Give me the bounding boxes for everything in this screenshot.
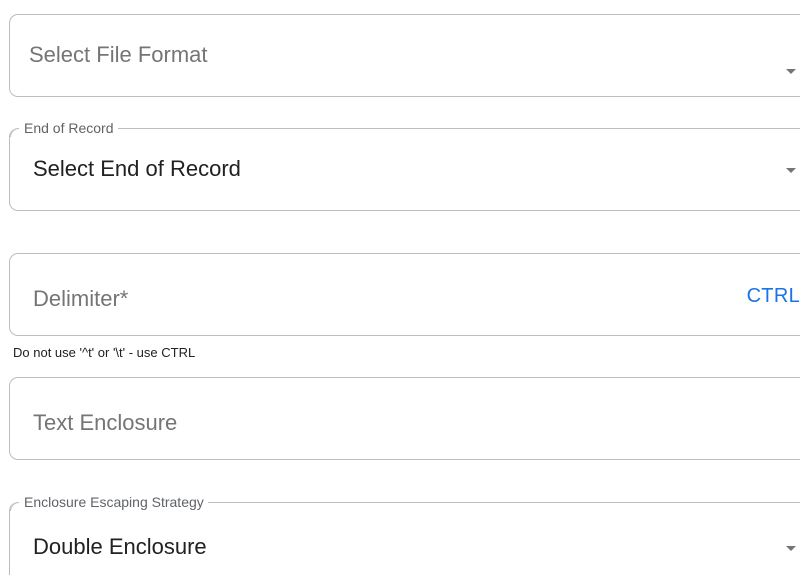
delimiter-helper-text: Do not use '^t' or '\t' - use CTRL	[13, 345, 196, 360]
legend-border-right	[207, 502, 800, 511]
enclosure-escaping-select[interactable]: Enclosure Escaping Strategy Double Enclo…	[9, 494, 800, 575]
legend-border-left	[10, 128, 19, 137]
ctrl-button[interactable]: CTRL	[747, 285, 800, 308]
end-of-record-legend: End of Record	[10, 119, 800, 137]
dropdown-arrow-icon	[786, 546, 796, 551]
dropdown-arrow-icon	[786, 168, 796, 173]
file-format-placeholder: Select File Format	[29, 42, 208, 67]
file-format-select[interactable]: Select File Format	[9, 14, 800, 97]
delimiter-placeholder: Delimiter*	[33, 286, 129, 311]
text-enclosure-placeholder: Text Enclosure	[33, 410, 178, 435]
end-of-record-select[interactable]: End of Record Select End of Record	[9, 120, 800, 211]
end-of-record-value: Select End of Record	[33, 156, 241, 181]
delimiter-input[interactable]: Delimiter* CTRL	[9, 253, 800, 336]
enclosure-escaping-legend: Enclosure Escaping Strategy	[10, 493, 800, 511]
legend-border-right	[117, 128, 800, 137]
enclosure-escaping-label: Enclosure Escaping Strategy	[24, 494, 204, 510]
dropdown-arrow-icon	[786, 69, 796, 74]
enclosure-escaping-value: Double Enclosure	[33, 534, 207, 559]
file-format-settings-form: Select File Format End of Record Select …	[0, 0, 800, 575]
legend-border-left	[10, 502, 19, 511]
text-enclosure-input[interactable]: Text Enclosure	[9, 377, 800, 460]
end-of-record-label: End of Record	[24, 120, 114, 136]
